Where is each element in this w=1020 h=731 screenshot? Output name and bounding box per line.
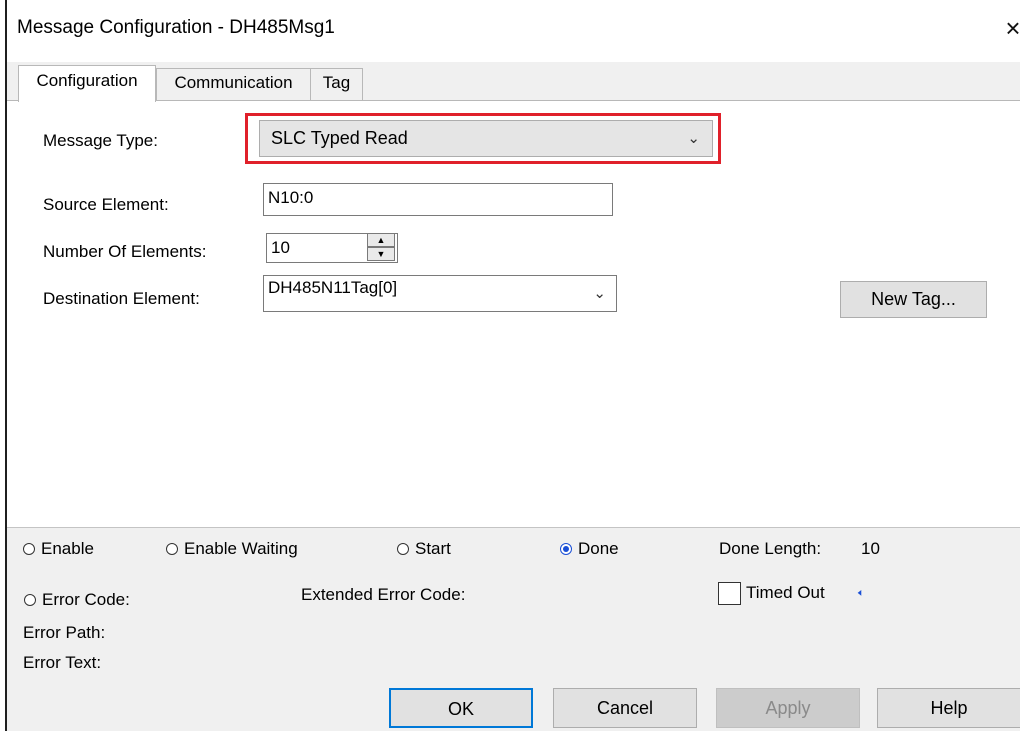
number-of-elements-spinner[interactable]: ▲ ▼ — [367, 233, 397, 263]
help-button[interactable]: Help — [877, 688, 1020, 728]
tab-tag[interactable]: Tag — [311, 68, 363, 100]
window-title: Message Configuration - DH485Msg1 — [17, 17, 335, 38]
timed-out-checkbox[interactable] — [718, 582, 741, 605]
start-label: Start — [415, 539, 451, 558]
spin-down-icon[interactable]: ▼ — [367, 247, 395, 261]
close-icon[interactable]: × — [997, 12, 1020, 44]
done-radio — [560, 543, 572, 555]
arrow-left-icon: 🢐 — [857, 585, 862, 600]
enable-waiting-label: Enable Waiting — [184, 539, 298, 558]
error-code-radio — [24, 594, 36, 606]
destination-element-dropdown[interactable]: DH485N11Tag[0] ⌄ — [263, 275, 617, 312]
source-element-value: N10:0 — [268, 188, 314, 207]
extended-error-code-label: Extended Error Code: — [301, 585, 466, 604]
done-length-label: Done Length: — [719, 539, 822, 558]
configuration-tab-page: Message Type: SLC Typed Read ⌄ Source El… — [7, 100, 1020, 528]
message-type-label: Message Type: — [43, 131, 158, 150]
apply-button[interactable]: Apply — [716, 688, 860, 728]
done-length-value: 10 — [861, 539, 880, 558]
enable-waiting-radio — [166, 543, 178, 555]
error-path-label: Error Path: — [23, 623, 106, 642]
tab-configuration[interactable]: Configuration — [18, 65, 156, 102]
ok-button[interactable]: OK — [389, 688, 533, 728]
message-type-dropdown[interactable]: SLC Typed Read ⌄ — [259, 120, 713, 157]
chevron-down-icon: ⌄ — [687, 130, 700, 147]
start-radio — [397, 543, 409, 555]
error-code-label: Error Code: — [42, 590, 130, 609]
enable-radio — [23, 543, 35, 555]
chevron-down-icon: ⌄ — [593, 285, 606, 302]
number-of-elements-value: 10 — [271, 238, 290, 257]
new-tag-button[interactable]: New Tag... — [840, 281, 987, 318]
done-label: Done — [578, 539, 619, 558]
cancel-button[interactable]: Cancel — [553, 688, 697, 728]
title-bar: Message Configuration - DH485Msg1 × — [7, 0, 1020, 62]
source-element-label: Source Element: — [43, 195, 169, 214]
enable-label: Enable — [41, 539, 94, 558]
spin-up-icon[interactable]: ▲ — [367, 233, 395, 247]
destination-element-label: Destination Element: — [43, 289, 200, 308]
number-of-elements-label: Number Of Elements: — [43, 242, 207, 261]
source-element-input[interactable]: N10:0 — [263, 183, 613, 216]
destination-element-value: DH485N11Tag[0] — [268, 278, 398, 297]
timed-out-label: Timed Out — [746, 583, 825, 602]
tab-communication[interactable]: Communication — [156, 68, 311, 100]
message-type-value: SLC Typed Read — [271, 128, 408, 148]
error-text-label: Error Text: — [23, 653, 102, 672]
